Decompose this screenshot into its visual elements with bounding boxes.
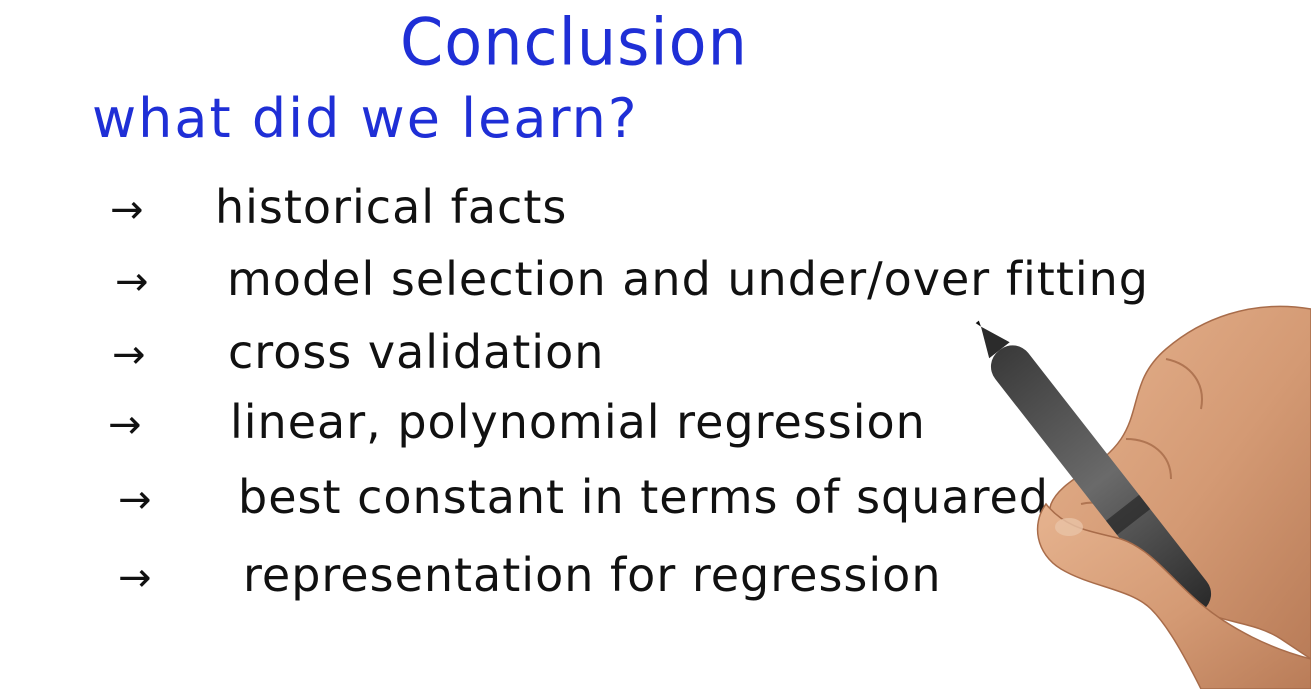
bullet-text: cross validation	[228, 325, 605, 379]
hand-with-pen-image	[975, 305, 1311, 689]
page-title: Conclusion	[400, 3, 748, 81]
arrow-icon: →	[110, 187, 144, 233]
arrow-icon: →	[115, 259, 149, 305]
bullet-text: linear, polynomial regression	[230, 395, 926, 449]
arrow-icon: →	[108, 402, 142, 448]
bullet-text: representation for regression	[243, 548, 942, 602]
arrow-icon: →	[118, 555, 152, 601]
bullet-text: historical facts	[215, 180, 568, 234]
subtitle: what did we learn?	[92, 87, 639, 150]
arrow-icon: →	[112, 332, 146, 378]
arrow-icon: →	[118, 477, 152, 523]
whiteboard: Conclusion what did we learn? → historic…	[0, 0, 1311, 689]
